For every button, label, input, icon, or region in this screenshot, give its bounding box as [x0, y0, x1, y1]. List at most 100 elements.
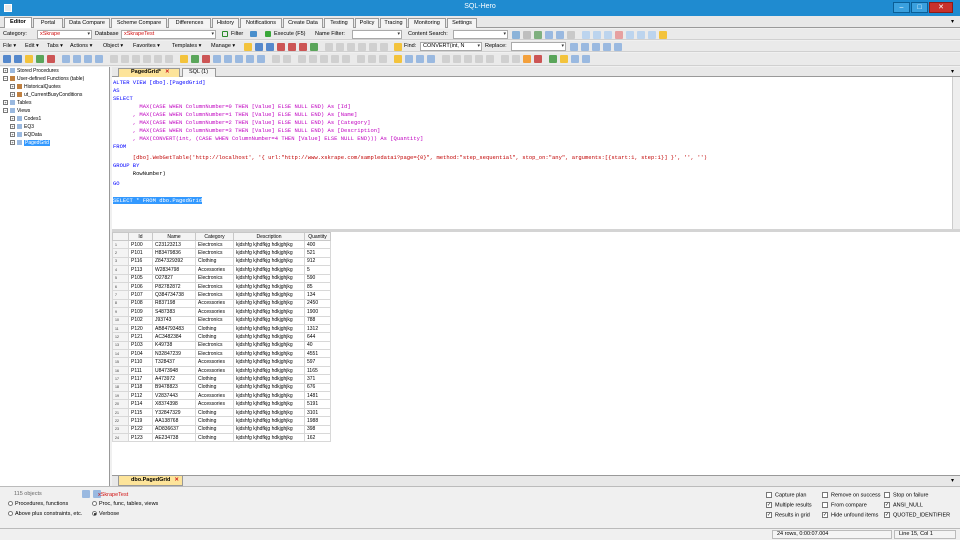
table-cell[interactable]: 371 [304, 374, 331, 384]
remove-icon[interactable] [534, 55, 542, 63]
table-cell[interactable]: Electronics [195, 239, 234, 250]
table-cell[interactable]: Accessories [195, 391, 234, 401]
row-number[interactable]: 18 [112, 382, 129, 393]
check-hide-unfound[interactable]: ✓ Hide unfound items [822, 512, 878, 518]
cut-icon[interactable] [325, 43, 333, 51]
tab-notifications[interactable]: Notifications [240, 18, 282, 28]
table-cell[interactable]: H83479836 [152, 248, 196, 258]
row-number[interactable]: 12 [112, 332, 129, 342]
validate-icon[interactable] [191, 55, 199, 63]
table-cell[interactable]: kjdshfg kjhdfkjg hdkjghjkg [233, 315, 305, 325]
open-folder-icon[interactable] [244, 43, 252, 51]
zoom-in-icon[interactable] [272, 55, 280, 63]
table-row[interactable]: 24 P123 AE234738 Clothing kjdshfg kjhdfkjg h… [112, 432, 331, 443]
table-cell[interactable]: U8473948 [152, 365, 196, 376]
table-cell[interactable]: Y32847329 [152, 407, 196, 418]
table-cell[interactable]: 5191 [304, 399, 331, 409]
table-row[interactable]: 2 P101 H83479836 Electronics kjdshfg kjhdfkj… [112, 248, 331, 258]
close-tab-icon[interactable]: ✕ [165, 69, 170, 75]
table-cell[interactable]: Clothing [195, 374, 234, 384]
column-header-id[interactable]: Id [128, 232, 153, 241]
table-row[interactable]: 18 P118 B9478823 Clothing kjdshfg kjhdfkjg h… [112, 382, 331, 393]
checkbox-checked-icon[interactable]: ✓ [884, 502, 890, 508]
table-cell[interactable]: P113 [128, 265, 153, 275]
find-next-icon[interactable] [570, 43, 578, 51]
table-cell[interactable]: 5 [304, 265, 331, 275]
row-number[interactable]: 10 [112, 315, 129, 325]
table-cell[interactable]: kjdshfg kjhdfkjg hdkjghjkg [233, 407, 305, 418]
view-icon[interactable] [73, 55, 81, 63]
row-number[interactable]: 15 [112, 357, 129, 367]
history-icon[interactable] [523, 31, 531, 39]
row-number[interactable]: 13 [112, 340, 129, 351]
plan-icon[interactable] [331, 55, 339, 63]
radio-icon[interactable] [92, 511, 97, 517]
table-cell[interactable]: 644 [304, 332, 331, 342]
dependency-icon[interactable] [213, 55, 221, 63]
link-icon[interactable] [486, 55, 494, 63]
doc-tab-pagedgrid[interactable]: PagedGrid* ✕ [118, 68, 180, 77]
table-cell[interactable]: Electronics [195, 248, 234, 258]
table-cell[interactable]: kjdshfg kjhdfkjg hdkjghjkg [233, 382, 305, 393]
table-cell[interactable]: Clothing [195, 323, 234, 334]
table-cell[interactable]: P122 [128, 424, 153, 435]
table-cell[interactable]: T328437 [152, 357, 196, 367]
text-size-icon[interactable] [442, 55, 450, 63]
radio-icon[interactable] [8, 501, 13, 507]
table-cell[interactable]: AA138768 [152, 416, 196, 426]
check-ansi-null[interactable]: ✓ ANSI_NULL [884, 502, 923, 508]
table-cell[interactable]: 1481 [304, 391, 331, 401]
row-number[interactable]: 19 [112, 391, 129, 401]
notes-icon[interactable] [257, 55, 265, 63]
table-cell[interactable]: O27827 [152, 273, 196, 283]
table-cell[interactable]: kjdshfg kjhdfkjg hdkjghjkg [233, 357, 305, 367]
row-number[interactable]: 3 [112, 256, 129, 267]
tree-item-tables[interactable]: + Tables [3, 100, 31, 107]
expand-icon[interactable]: + [10, 124, 15, 130]
table-row[interactable]: 10 P102 J93743 Electronics kjdshfg kjhdfkjg … [112, 315, 331, 325]
tab-scheme-compare[interactable]: Scheme Compare [111, 18, 167, 28]
table-cell[interactable]: kjdshfg kjhdfkjg hdkjghjkg [233, 281, 305, 292]
checkbox-icon[interactable] [766, 492, 772, 498]
table-cell[interactable]: Electronics [195, 281, 234, 292]
table-cell[interactable]: Accessories [195, 399, 234, 409]
table-cell[interactable]: P109 [128, 307, 153, 317]
table-cell[interactable]: kjdshfg kjhdfkjg hdkjghjkg [233, 340, 305, 351]
tree-item-eq3[interactable]: + EQ3 [10, 124, 34, 131]
tab-differences[interactable]: Differences [168, 18, 211, 28]
table-row[interactable]: 22 P119 AA138768 Clothing kjdshfg kjhdfkjg h… [112, 416, 331, 426]
menu-edit[interactable]: Edit ▾ [25, 43, 39, 49]
table-cell[interactable]: 1165 [304, 365, 331, 376]
print-icon[interactable] [416, 55, 424, 63]
table-cell[interactable]: P121 [128, 332, 153, 342]
table-cell[interactable]: 1312 [304, 323, 331, 334]
tab-settings[interactable]: Settings [447, 18, 477, 28]
file-results-icon[interactable] [320, 55, 328, 63]
table-row[interactable]: 3 P116 Z847329392 Clothing kjdshfg kjhdfkjg … [112, 256, 331, 267]
grid-icon[interactable] [298, 55, 306, 63]
check-from-compare[interactable]: From compare [822, 502, 867, 508]
table-cell[interactable]: 400 [304, 239, 331, 250]
table-cell[interactable]: kjdshfg kjhdfkjg hdkjghjkg [233, 265, 305, 275]
sql-editor[interactable]: ALTER VIEW [dbo].[PagedGrid] AS SELECT M… [112, 77, 952, 229]
export-icon[interactable] [637, 31, 645, 39]
table-cell[interactable]: P111 [128, 365, 153, 376]
statistics-icon[interactable] [342, 55, 350, 63]
table-cell[interactable]: kjdshfg kjhdfkjg hdkjghjkg [233, 416, 305, 426]
table-cell[interactable]: kjdshfg kjhdfkjg hdkjghjkg [233, 273, 305, 283]
table-cell[interactable]: 398 [304, 424, 331, 435]
table-cell[interactable]: kjdshfg kjhdfkjg hdkjghjkg [233, 290, 305, 300]
table-cell[interactable]: P118 [128, 382, 153, 393]
expand-icon[interactable]: + [10, 92, 15, 98]
option-proc-func-tables[interactable]: Proc, func, tables, views [92, 501, 158, 507]
table-cell[interactable]: K49738 [152, 340, 196, 351]
column-header-quantity[interactable]: Quantity [304, 232, 331, 241]
error-icon[interactable] [202, 55, 210, 63]
checkbox-icon[interactable] [822, 492, 828, 498]
table-cell[interactable]: 2450 [304, 298, 331, 309]
unlock-icon[interactable] [512, 55, 520, 63]
refresh-icon[interactable] [534, 31, 542, 39]
table-cell[interactable]: Accessories [195, 307, 234, 317]
option-above-plus[interactable]: Above plus constraints, etc. [8, 511, 82, 517]
menu-file[interactable]: File ▾ [3, 43, 16, 49]
